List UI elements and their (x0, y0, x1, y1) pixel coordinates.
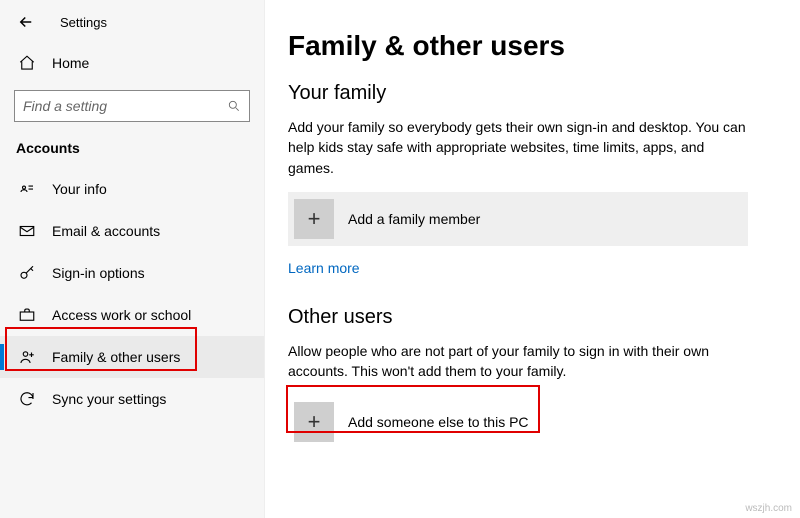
sidebar: Settings Home Accounts Your info Email &… (0, 0, 265, 518)
key-icon (18, 264, 36, 282)
header: Settings (0, 0, 264, 40)
search-box[interactable] (14, 90, 250, 122)
sidebar-item-signin[interactable]: Sign-in options (0, 252, 264, 294)
other-users-heading: Other users (288, 306, 788, 329)
add-family-label: Add a family member (348, 211, 480, 227)
other-users-description: Allow people who are not part of your fa… (288, 341, 748, 382)
back-button[interactable] (16, 12, 36, 32)
plus-icon: + (294, 199, 334, 239)
sidebar-item-label: Sync your settings (52, 391, 166, 407)
sidebar-item-label: Family & other users (52, 349, 180, 365)
sidebar-item-label: Email & accounts (52, 223, 160, 239)
home-nav[interactable]: Home (0, 44, 264, 82)
arrow-left-icon (17, 13, 35, 31)
family-description: Add your family so everybody gets their … (288, 117, 748, 178)
watermark: wszjh.com (745, 503, 792, 514)
page-title: Family & other users (288, 30, 788, 62)
home-icon (18, 54, 36, 72)
sync-icon (18, 390, 36, 408)
search-icon (227, 99, 241, 113)
app-title: Settings (60, 15, 107, 30)
plus-icon: + (294, 402, 334, 442)
sidebar-item-label: Your info (52, 181, 107, 197)
add-family-member-button[interactable]: + Add a family member (288, 192, 748, 246)
email-icon (18, 222, 36, 240)
briefcase-icon (18, 306, 36, 324)
sidebar-item-family[interactable]: Family & other users (0, 336, 264, 378)
content: Family & other users Your family Add you… (288, 0, 788, 463)
add-other-user-button[interactable]: + Add someone else to this PC (288, 395, 748, 449)
add-other-label: Add someone else to this PC (348, 414, 529, 430)
user-plus-icon (18, 348, 36, 366)
sidebar-item-email[interactable]: Email & accounts (0, 210, 264, 252)
learn-more-link[interactable]: Learn more (288, 260, 360, 276)
section-title: Accounts (0, 136, 264, 168)
family-heading: Your family (288, 82, 788, 105)
sidebar-item-label: Sign-in options (52, 265, 145, 281)
sidebar-item-sync[interactable]: Sync your settings (0, 378, 264, 420)
sidebar-item-your-info[interactable]: Your info (0, 168, 264, 210)
id-card-icon (18, 180, 36, 198)
home-label: Home (52, 55, 89, 71)
search-input[interactable] (23, 98, 227, 114)
sidebar-item-label: Access work or school (52, 307, 191, 323)
sidebar-item-work[interactable]: Access work or school (0, 294, 264, 336)
